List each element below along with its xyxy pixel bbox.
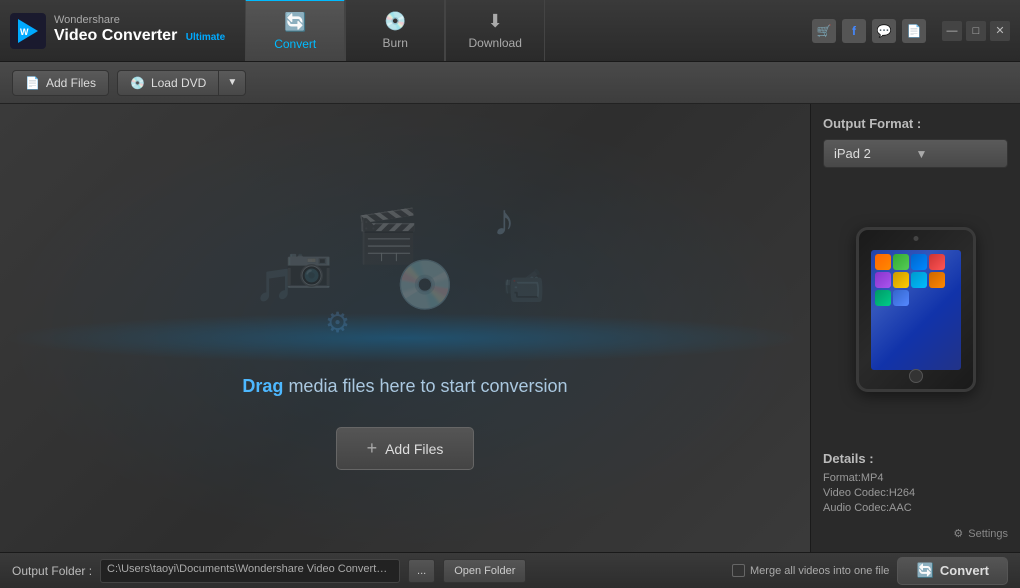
load-dvd-main[interactable]: 💿 Load DVD [118, 71, 219, 95]
selected-format-label: iPad 2 [834, 146, 916, 161]
convert-tab-icon: 🔄 [284, 12, 306, 33]
details-section: Details : Format:MP4 Video Codec:H264 Au… [823, 451, 1008, 517]
minimize-button[interactable]: — [942, 21, 962, 41]
app-icon-1 [875, 254, 891, 270]
convert-label: Convert [940, 563, 989, 578]
drop-zone[interactable]: 🎬 ♪ 📷 💿 🎵 📹 ⚙ Drag media files here to s… [0, 104, 810, 552]
merge-checkbox-area: Merge all videos into one file [732, 564, 889, 577]
main-toolbar: 📄 Add Files 💿 Load DVD ▼ [0, 62, 1020, 104]
add-files-label: Add Files [46, 76, 96, 90]
load-dvd-label: Load DVD [151, 76, 206, 90]
disc-icon: 💿 [395, 256, 455, 313]
brand-label: Wondershare [54, 15, 225, 26]
burn-tab-icon: 💿 [384, 11, 406, 32]
format-detail: Format:MP4 [823, 472, 1008, 484]
tab-burn[interactable]: 💿 Burn [345, 0, 445, 61]
ipad-frame [856, 227, 976, 392]
download-tab-label: Download [469, 36, 522, 50]
download-tab-icon: ⬇ [488, 11, 503, 32]
svg-text:W: W [20, 27, 29, 37]
browse-button[interactable]: ... [408, 559, 435, 583]
drag-text: Drag media files here to start conversio… [242, 376, 567, 397]
app-icon-10 [893, 290, 909, 306]
merge-label: Merge all videos into one file [750, 565, 889, 577]
status-bar: Output Folder : C:\Users\taoyi\Documents… [0, 552, 1020, 588]
media-settings-icon: ⚙ [325, 306, 350, 339]
maximize-button[interactable]: □ [966, 21, 986, 41]
app-icon-3 [911, 254, 927, 270]
app-icon-5 [875, 272, 891, 288]
burn-tab-label: Burn [383, 36, 408, 50]
titlebar: W Wondershare Video Converter Ultimate 🔄… [0, 0, 1020, 62]
load-dvd-icon: 💿 [130, 76, 145, 90]
drag-suffix: media files here to start conversion [283, 376, 567, 396]
convert-button[interactable]: 🔄 Convert [897, 557, 1008, 585]
audio-codec-detail: Audio Codec:AAC [823, 502, 1008, 514]
gear-icon: ⚙ [953, 527, 963, 540]
add-files-icon: 📄 [25, 76, 40, 90]
device-preview [823, 182, 1008, 437]
nav-tabs: 🔄 Convert 💿 Burn ⬇ Download [245, 0, 812, 61]
chat-button[interactable]: 💬 [872, 19, 896, 43]
convert-tab-label: Convert [274, 37, 316, 51]
window-controls: — □ ✕ [942, 21, 1010, 41]
convert-icon: 🔄 [916, 562, 933, 579]
logo-area: W Wondershare Video Converter Ultimate [10, 13, 225, 49]
music-note-icon: ♪ [493, 196, 515, 246]
tab-download[interactable]: ⬇ Download [445, 0, 545, 61]
close-button[interactable]: ✕ [990, 21, 1010, 41]
plus-icon: + [367, 438, 378, 459]
document-button[interactable]: 📄 [902, 19, 926, 43]
cart-button[interactable]: 🛒 [812, 19, 836, 43]
drag-emphasis: Drag [242, 376, 283, 396]
app-icon-7 [911, 272, 927, 288]
add-files-button[interactable]: 📄 Add Files [12, 70, 109, 96]
ipad-camera [913, 236, 918, 241]
logo-text: Wondershare Video Converter Ultimate [54, 15, 225, 45]
app-icon-2 [893, 254, 909, 270]
ipad-home-button [909, 369, 923, 383]
facebook-button[interactable]: f [842, 19, 866, 43]
video-icon: 📹 [503, 266, 545, 306]
music-icon-2: 🎵 [255, 266, 295, 304]
main-content: 🎬 ♪ 📷 💿 🎵 📹 ⚙ Drag media files here to s… [0, 104, 1020, 552]
merge-checkbox[interactable] [732, 564, 745, 577]
video-codec-detail: Video Codec:H264 [823, 487, 1008, 499]
ipad-screen [871, 250, 961, 370]
add-files-drop-button[interactable]: + Add Files [336, 427, 475, 470]
add-files-drop-label: Add Files [385, 441, 443, 457]
tab-convert[interactable]: 🔄 Convert [245, 0, 345, 61]
logo-icon: W [10, 13, 46, 49]
format-selector[interactable]: iPad 2 ▼ [823, 139, 1008, 168]
chevron-down-icon: ▼ [916, 147, 998, 161]
right-panel: Output Format : iPad 2 ▼ [810, 104, 1020, 552]
product-label: Video Converter Ultimate [54, 26, 225, 45]
open-folder-button[interactable]: Open Folder [443, 559, 526, 583]
settings-link[interactable]: ⚙ Settings [823, 527, 1008, 540]
toolbar-icon-group: 🛒 f 💬 📄 [812, 19, 926, 43]
app-icon-6 [893, 272, 909, 288]
folder-path-display: C:\Users\taoyi\Documents\Wondershare Vid… [100, 559, 400, 583]
app-icon-8 [929, 272, 945, 288]
settings-label: Settings [968, 528, 1008, 540]
load-dvd-button[interactable]: 💿 Load DVD ▼ [117, 70, 246, 96]
output-folder-label: Output Folder : [12, 564, 92, 578]
details-label: Details : [823, 451, 1008, 466]
media-icons-area: 🎬 ♪ 📷 💿 🎵 📹 ⚙ [235, 186, 575, 366]
edition-label: Ultimate [186, 32, 225, 43]
app-icon-4 [929, 254, 945, 270]
load-dvd-arrow[interactable]: ▼ [219, 72, 245, 93]
app-icon-9 [875, 290, 891, 306]
output-format-label: Output Format : [823, 116, 1008, 131]
